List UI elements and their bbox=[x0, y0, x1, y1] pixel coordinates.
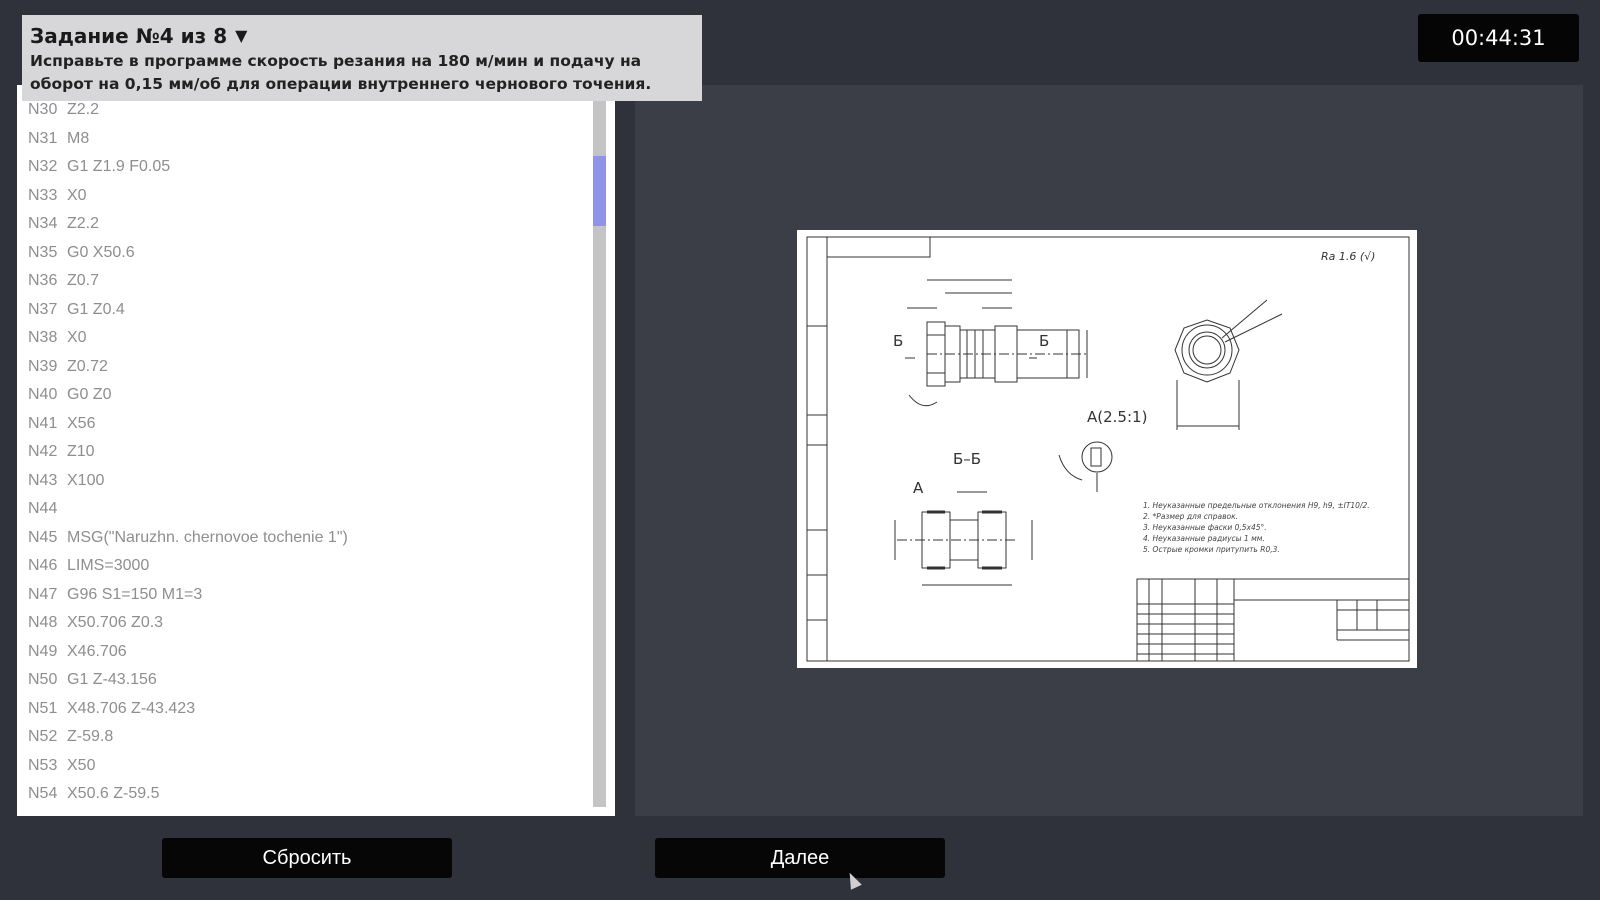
detail-a-scale-label: А(2.5:1) bbox=[1087, 408, 1147, 426]
line-number: N38 bbox=[28, 329, 58, 346]
line-code: Z0.7 bbox=[67, 272, 100, 289]
line-number: N44 bbox=[28, 500, 58, 517]
timer: 00:44:31 bbox=[1418, 14, 1579, 62]
line-number: N42 bbox=[28, 443, 58, 460]
line-code: X50.706 Z0.3 bbox=[67, 614, 164, 631]
line-number: N48 bbox=[28, 614, 58, 631]
code-line[interactable]: N48 X50.706 Z0.3 bbox=[17, 609, 595, 638]
code-line[interactable]: N37 G1 Z0.4 bbox=[17, 296, 595, 325]
code-line[interactable]: N40 G0 Z0 bbox=[17, 381, 595, 410]
line-number: N40 bbox=[28, 386, 58, 403]
line-number: N36 bbox=[28, 272, 58, 289]
note-3: 3. Неуказанные фаски 0,5х45°. bbox=[1143, 523, 1267, 532]
code-line[interactable]: N46 LIMS=3000 bbox=[17, 552, 595, 581]
code-line[interactable]: N36 Z0.7 bbox=[17, 267, 595, 296]
line-code: M8 bbox=[67, 129, 90, 147]
triangle-down-icon: ▼ bbox=[235, 26, 248, 45]
code-line[interactable]: N42 Z10 bbox=[17, 438, 595, 467]
code-line[interactable]: N54 X50.6 Z-59.5 bbox=[17, 780, 595, 809]
line-code: X100 bbox=[67, 471, 105, 489]
line-code: Z2.2 bbox=[67, 101, 100, 118]
line-number: N43 bbox=[28, 471, 58, 489]
line-code: Z-59.8 bbox=[67, 728, 114, 745]
line-code: X50.6 Z-59.5 bbox=[67, 785, 160, 802]
code-line[interactable]: N32 G1 Z1.9 F0.05 bbox=[17, 153, 595, 182]
line-number: N46 bbox=[28, 557, 58, 574]
line-number: N34 bbox=[28, 215, 58, 232]
line-code: G1 Z0.4 bbox=[67, 300, 125, 318]
line-code: G0 Z0 bbox=[67, 386, 112, 403]
note-5: 5. Острые кромки притупить R0,3. bbox=[1143, 545, 1280, 554]
line-number: N50 bbox=[28, 671, 58, 688]
line-number: N41 bbox=[28, 414, 58, 432]
drawing-svg: Ra 1.6 (√) Б Б Б–Б А А(2.5:1) 1. Неуказа… bbox=[806, 236, 1410, 662]
code-line[interactable]: N33 X0 bbox=[17, 182, 595, 211]
note-1: 1. Неуказанные предельные отклонения H9,… bbox=[1143, 501, 1370, 510]
code-line[interactable]: N49 X46.706 bbox=[17, 638, 595, 667]
line-number: N51 bbox=[28, 699, 58, 717]
line-code: G96 S1=150 M1=3 bbox=[67, 585, 203, 603]
line-number: N47 bbox=[28, 585, 58, 603]
next-button[interactable]: Далее bbox=[655, 838, 945, 878]
detail-a-marker: А bbox=[913, 479, 924, 497]
task-header: Задание №4 из 8 ▼ Исправьте в программе … bbox=[22, 15, 702, 101]
code-line[interactable]: N51 X48.706 Z-43.423 bbox=[17, 695, 595, 724]
section-marker-left: Б bbox=[893, 332, 903, 350]
scrollbar-thumb[interactable] bbox=[593, 156, 606, 226]
code-line[interactable]: N43 X100 bbox=[17, 467, 595, 496]
note-4: 4. Неуказанные радиусы 1 мм. bbox=[1143, 534, 1265, 543]
line-code: X0 bbox=[67, 329, 87, 346]
roughness-label: Ra 1.6 (√) bbox=[1321, 250, 1375, 263]
note-2: 2. *Размер для справок. bbox=[1143, 512, 1238, 521]
task-title: Задание №4 из 8 bbox=[30, 24, 228, 48]
code-line[interactable]: N39 Z0.72 bbox=[17, 353, 595, 382]
code-line[interactable]: N50 G1 Z-43.156 bbox=[17, 666, 595, 695]
line-code: X56 bbox=[67, 414, 96, 432]
line-number: N45 bbox=[28, 528, 58, 546]
line-number: N32 bbox=[28, 158, 58, 175]
line-number: N31 bbox=[28, 129, 58, 147]
line-number: N35 bbox=[28, 243, 58, 261]
task-description: Исправьте в программе скорость резания н… bbox=[30, 52, 652, 93]
line-number: N37 bbox=[28, 300, 58, 318]
code-line[interactable]: N52 Z-59.8 bbox=[17, 723, 595, 752]
code-line[interactable]: N34 Z2.2 bbox=[17, 210, 595, 239]
code-line[interactable]: N47 G96 S1=150 M1=3 bbox=[17, 581, 595, 610]
code-line[interactable]: N38 X0 bbox=[17, 324, 595, 353]
line-code: X50 bbox=[67, 756, 96, 774]
technical-drawing: Ra 1.6 (√) Б Б Б–Б А А(2.5:1) 1. Неуказа… bbox=[797, 230, 1417, 668]
line-number: N39 bbox=[28, 357, 58, 375]
line-code: Z2.2 bbox=[67, 215, 100, 232]
reset-button[interactable]: Сбросить bbox=[162, 838, 452, 878]
line-code: MSG("Naruzhn. chernovoe tochenie 1") bbox=[67, 528, 348, 546]
line-code: X0 bbox=[67, 186, 87, 204]
code-line[interactable]: N45 MSG("Naruzhn. chernovoe tochenie 1") bbox=[17, 524, 595, 553]
line-code: G0 X50.6 bbox=[67, 243, 135, 261]
line-number: N33 bbox=[28, 186, 58, 204]
section-marker-right: Б bbox=[1039, 332, 1049, 350]
task-selector[interactable]: Задание №4 из 8 ▼ bbox=[30, 23, 694, 49]
line-number: N49 bbox=[28, 642, 58, 660]
code-line[interactable]: N44 bbox=[17, 495, 595, 524]
code-line[interactable]: N31 M8 bbox=[17, 125, 595, 154]
code-line[interactable]: N41 X56 bbox=[17, 410, 595, 439]
line-code: X48.706 Z-43.423 bbox=[67, 699, 196, 717]
line-number: N54 bbox=[28, 785, 58, 802]
line-code: G1 Z1.9 F0.05 bbox=[67, 158, 171, 175]
code-editor[interactable]: N30 Z2.2 N31 M8 N32 G1 Z1.9 F0.05 N33 X0 N34 Z2.2… bbox=[17, 85, 615, 816]
line-code: G1 Z-43.156 bbox=[67, 671, 157, 688]
line-code: Z0.72 bbox=[67, 357, 108, 375]
line-number: N52 bbox=[28, 728, 58, 745]
scrollbar[interactable] bbox=[593, 99, 606, 807]
technical-notes: 1. Неуказанные предельные отклонения H9,… bbox=[1143, 501, 1370, 554]
line-code: X46.706 bbox=[67, 642, 127, 660]
section-bb-label: Б–Б bbox=[953, 450, 981, 468]
line-code: Z10 bbox=[67, 443, 95, 460]
code-lines: N30 Z2.2 N31 M8 N32 G1 Z1.9 F0.05 N33 X0 N34 Z2.2… bbox=[17, 96, 595, 809]
line-number: N53 bbox=[28, 756, 58, 774]
code-line[interactable]: N53 X50 bbox=[17, 752, 595, 781]
code-line[interactable]: N35 G0 X50.6 bbox=[17, 239, 595, 268]
line-code: LIMS=3000 bbox=[67, 557, 150, 574]
